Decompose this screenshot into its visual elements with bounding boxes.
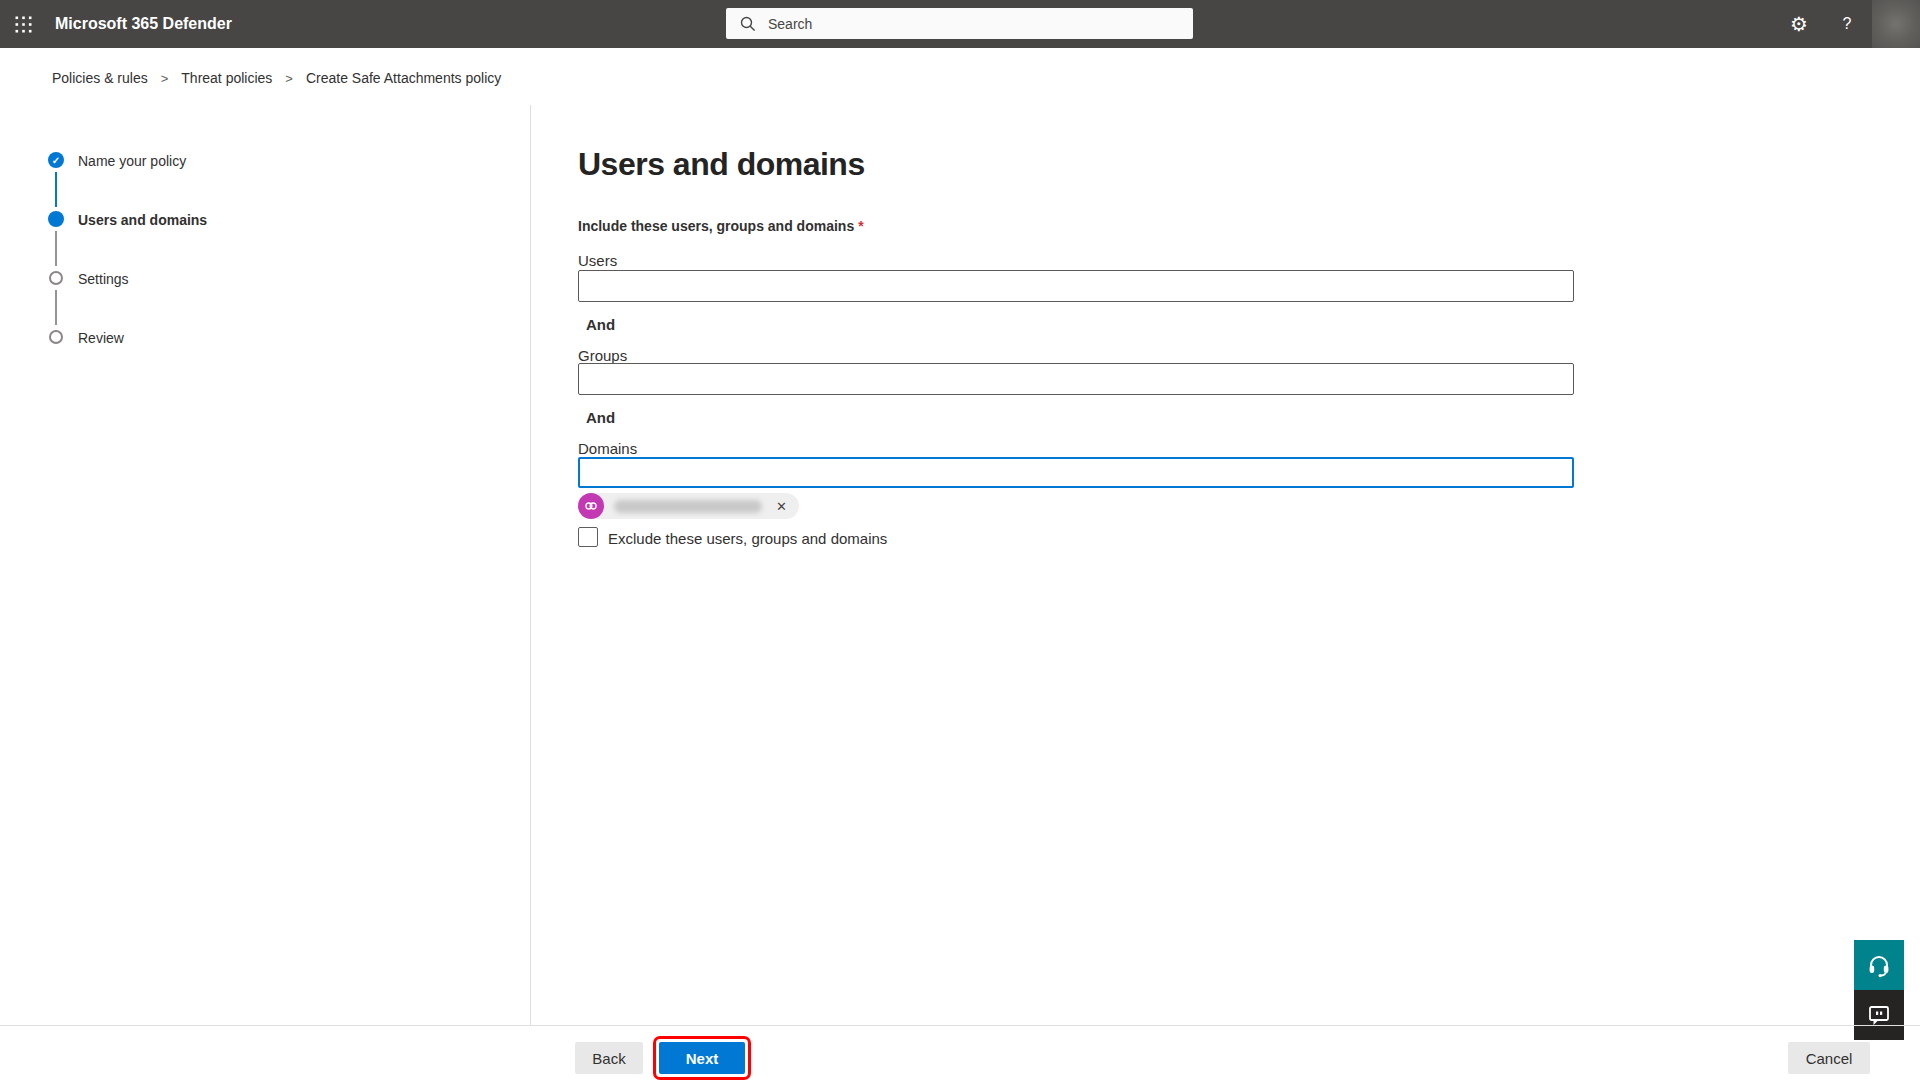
domain-chip-redacted-text xyxy=(614,500,762,513)
step-current-dot[interactable] xyxy=(48,211,64,227)
step-connector-3 xyxy=(55,290,57,325)
footer-divider xyxy=(0,1025,1920,1026)
help-icon[interactable]: ? xyxy=(1823,0,1871,48)
back-button[interactable]: Back xyxy=(575,1042,643,1074)
search-placeholder: Search xyxy=(768,16,812,32)
exclude-checkbox[interactable] xyxy=(578,527,598,547)
wizard-step-name-your-policy[interactable]: Name your policy xyxy=(78,153,186,169)
breadcrumb-policies-rules[interactable]: Policies & rules xyxy=(52,70,148,86)
chip-remove-icon[interactable]: ✕ xyxy=(776,499,787,514)
app-launcher-waffle-icon[interactable] xyxy=(0,0,46,48)
cancel-button[interactable]: Cancel xyxy=(1788,1042,1870,1074)
wizard-step-settings[interactable]: Settings xyxy=(78,271,129,287)
app-title: Microsoft 365 Defender xyxy=(55,0,232,48)
breadcrumb-separator-icon: > xyxy=(285,71,293,86)
domains-field-label: Domains xyxy=(578,440,637,457)
domain-chip[interactable]: ✕ xyxy=(578,493,799,519)
search-icon xyxy=(740,16,756,32)
users-field-label: Users xyxy=(578,252,617,269)
top-app-bar: Microsoft 365 Defender Search ⚙ ? xyxy=(0,0,1920,48)
step-review-circle[interactable] xyxy=(49,330,63,344)
next-button[interactable]: Next xyxy=(659,1042,745,1074)
link-icon xyxy=(584,499,598,513)
next-button-focus-ring: Next xyxy=(653,1036,751,1080)
groups-field-label: Groups xyxy=(578,347,627,364)
wizard-step-users-and-domains[interactable]: Users and domains xyxy=(78,212,207,228)
step-connector-1 xyxy=(55,172,57,207)
support-headset-button[interactable] xyxy=(1854,940,1904,990)
domain-chip-avatar xyxy=(578,493,604,519)
groups-input[interactable] xyxy=(578,363,1574,395)
step-connector-2 xyxy=(55,231,57,266)
domains-input[interactable] xyxy=(578,457,1574,488)
content-vertical-divider xyxy=(530,105,531,1025)
required-asterisk: * xyxy=(858,218,863,234)
users-input[interactable] xyxy=(578,270,1574,302)
include-section-label: Include these users, groups and domains* xyxy=(578,218,864,234)
exclude-checkbox-label: Exclude these users, groups and domains xyxy=(608,530,887,547)
and-label-1: And xyxy=(586,316,615,333)
breadcrumb-threat-policies[interactable]: Threat policies xyxy=(181,70,272,86)
settings-gear-icon[interactable]: ⚙ xyxy=(1775,0,1823,48)
check-glyph: ✓ xyxy=(52,155,60,166)
wizard-step-review[interactable]: Review xyxy=(78,330,124,346)
breadcrumb: Policies & rules > Threat policies > Cre… xyxy=(52,70,501,86)
breadcrumb-separator-icon: > xyxy=(161,71,169,86)
include-label-text: Include these users, groups and domains xyxy=(578,218,854,234)
step-settings-circle[interactable] xyxy=(49,271,63,285)
headset-icon xyxy=(1866,952,1892,978)
feedback-button[interactable] xyxy=(1854,990,1904,1040)
breadcrumb-current-page: Create Safe Attachments policy xyxy=(306,70,501,86)
account-avatar[interactable] xyxy=(1872,0,1920,48)
search-input[interactable]: Search xyxy=(726,8,1193,39)
step-complete-check-icon[interactable]: ✓ xyxy=(48,152,64,168)
page-title: Users and domains xyxy=(578,146,865,183)
and-label-2: And xyxy=(586,409,615,426)
